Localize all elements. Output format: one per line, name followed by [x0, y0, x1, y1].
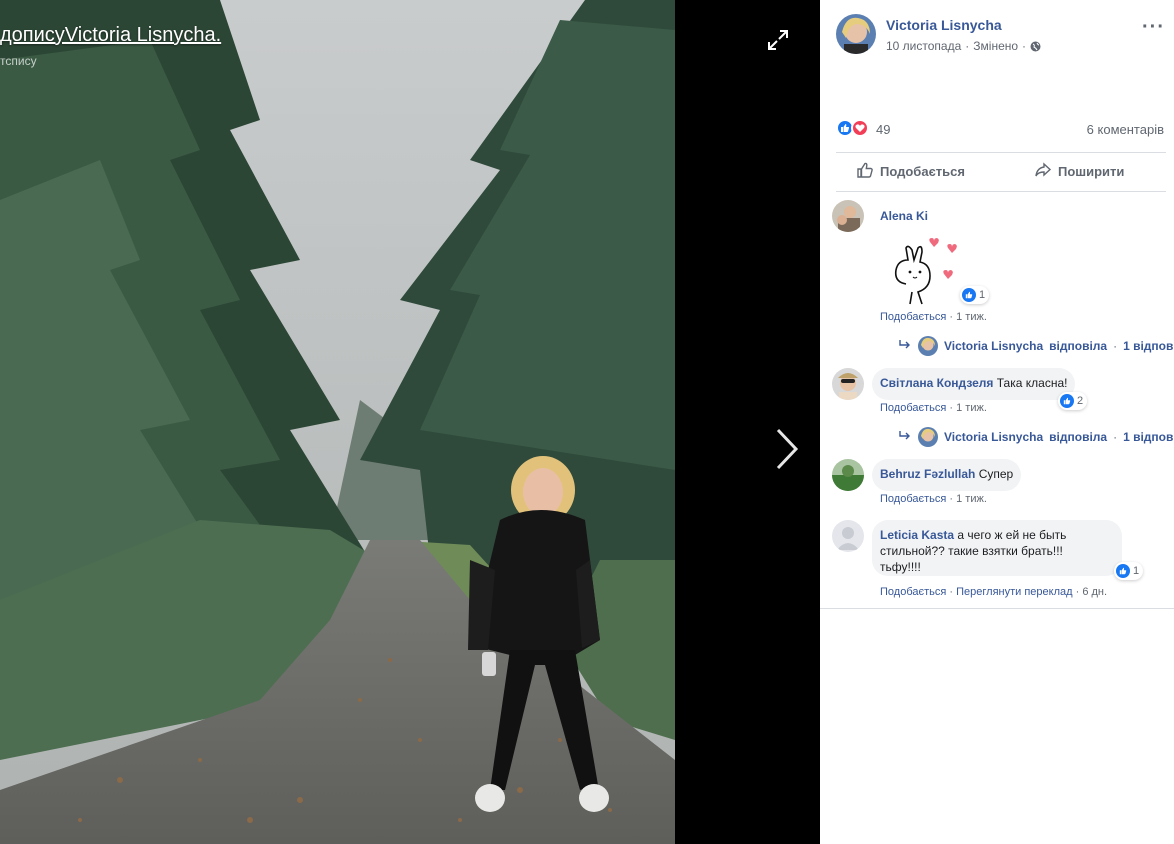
like-reaction-icon: [962, 288, 976, 302]
meta-separator: ·: [1022, 39, 1027, 53]
commenter-name[interactable]: Leticia Kasta: [880, 528, 954, 542]
more-options-icon[interactable]: ···: [1142, 16, 1165, 39]
comment-like-link[interactable]: Подобається: [880, 402, 946, 414]
share-arrow-icon: [1034, 161, 1052, 182]
commenter-name[interactable]: Світлана Кондзеля: [880, 376, 993, 390]
reply-author-avatar: [918, 336, 938, 356]
reply-thread-link[interactable]: Victoria Lisnycha відповіла · 1 відповід…: [898, 336, 1174, 356]
commenter-avatar[interactable]: [832, 368, 864, 400]
comment-like-badge[interactable]: 1: [1114, 562, 1144, 580]
commenter-avatar[interactable]: [832, 200, 864, 232]
comment-like-badge[interactable]: 1: [960, 286, 990, 304]
comment-time[interactable]: 6 дн.: [1082, 586, 1107, 598]
post-edited[interactable]: Змінено: [973, 39, 1018, 53]
meta-separator: ·: [1113, 339, 1118, 353]
globe-icon[interactable]: [1030, 41, 1041, 52]
commenter-avatar[interactable]: [832, 459, 864, 491]
comment-like-link[interactable]: Подобається: [880, 586, 946, 598]
comment-like-link[interactable]: Подобається: [880, 311, 946, 323]
reply-count: 1 відповідь: [1123, 339, 1174, 353]
like-button-label: Подобається: [880, 164, 965, 179]
comment-text-line-3: тьфу!!!!: [880, 560, 921, 574]
comment-time[interactable]: 1 тиж.: [956, 402, 987, 414]
comment-text: Така класна!: [996, 376, 1068, 390]
post-photo: [0, 0, 675, 844]
photo-caption-sub: тспису: [0, 54, 37, 68]
like-reaction-icon: [1060, 394, 1074, 408]
comment-like-badge[interactable]: 2: [1058, 392, 1088, 410]
comment-like-count: 2: [1077, 395, 1084, 407]
commenter-name[interactable]: Behruz Fəzlullah: [880, 467, 975, 481]
comment-text: Супер: [978, 467, 1014, 481]
expand-icon[interactable]: [766, 28, 790, 52]
post-sidebar: Victoria Lisnycha 10 листопада · Змінено…: [820, 0, 1174, 844]
like-button[interactable]: Подобається: [856, 161, 965, 182]
photo-caption-link[interactable]: дописуVictoria Lisnycha.: [0, 24, 221, 47]
comment-time[interactable]: 1 тиж.: [956, 493, 987, 505]
comment-meta: Подобається · Переглянути переклад · 6 д…: [880, 586, 1107, 598]
reply-thread-link[interactable]: Victoria Lisnycha відповіла · 1 відповід…: [898, 427, 1174, 447]
comment-like-count: 1: [1133, 565, 1140, 577]
post-author-name[interactable]: Victoria Lisnycha: [886, 17, 1002, 33]
comment-meta: Подобається · 1 тиж.: [880, 493, 987, 505]
post-header: Victoria Lisnycha 10 листопада · Змінено…: [836, 14, 1166, 58]
bunny-hearts-sticker: [872, 234, 962, 306]
reply-verb: відповіла: [1049, 430, 1108, 444]
meta-separator: ·: [965, 39, 970, 53]
comment-meta: Подобається · 1 тиж.: [880, 402, 987, 414]
meta-separator: ·: [1113, 430, 1118, 444]
comment-bubble: Світлана Кондзеля Така класна!: [872, 368, 1076, 400]
share-button-label: Поширити: [1058, 164, 1125, 179]
comment-text-line-1: а чего ж ей не быть: [957, 528, 1067, 542]
comment-text-line-2: стильной?? такие взятки брать!!!: [880, 544, 1063, 558]
comment-like-count: 1: [979, 289, 986, 301]
reply-verb: відповіла: [1049, 339, 1108, 353]
thumbs-up-icon: [856, 161, 874, 182]
post-date[interactable]: 10 листопада: [886, 39, 961, 53]
reactions-summary: 49 6 коментарів: [836, 119, 1166, 141]
reply-author: Victoria Lisnycha: [944, 339, 1044, 353]
comment-bubble: Leticia Kasta а чего ж ей не быть стильн…: [872, 520, 1122, 576]
reply-arrow-icon: [898, 339, 912, 354]
reply-author: Victoria Lisnycha: [944, 430, 1044, 444]
reply-author-avatar: [918, 427, 938, 447]
post-meta: 10 листопада · Змінено ·: [886, 39, 1041, 53]
comment-item: Behruz Fəzlullah Супер Подобається · 1 т…: [832, 459, 1172, 509]
comment-time[interactable]: 1 тиж.: [956, 311, 987, 323]
commenter-name[interactable]: Alena Ki: [880, 209, 928, 223]
commenter-avatar[interactable]: [832, 520, 864, 552]
share-button[interactable]: Поширити: [1034, 161, 1124, 182]
divider: [820, 608, 1174, 609]
comment-count-link[interactable]: 6 коментарів: [1087, 122, 1164, 137]
translate-link[interactable]: Переглянути переклад: [956, 586, 1072, 598]
comment-item: Світлана Кондзеля Така класна! 2 Подобає…: [832, 368, 1174, 454]
chevron-right-icon[interactable]: [770, 424, 804, 474]
comment-item: Alena Ki 1 Подобається · 1 тиж. Victoria…: [832, 200, 1174, 356]
comment-bubble: Behruz Fəzlullah Супер: [872, 459, 1022, 491]
comment-like-link[interactable]: Подобається: [880, 493, 946, 505]
reply-count: 1 відповідь: [1123, 430, 1174, 444]
author-avatar[interactable]: [836, 14, 876, 54]
comment-item: Leticia Kasta а чего ж ей не быть стильн…: [832, 520, 1172, 604]
reaction-icons[interactable]: [836, 119, 869, 137]
reaction-count[interactable]: 49: [876, 122, 890, 137]
reply-arrow-icon: [898, 430, 912, 445]
love-reaction-icon: [851, 119, 869, 137]
comment-meta: Подобається · 1 тиж.: [880, 311, 987, 323]
photo-viewer: дописуVictoria Lisnycha. тспису: [0, 0, 820, 844]
post-actions: Подобається Поширити: [836, 152, 1166, 192]
like-reaction-icon: [1116, 564, 1130, 578]
